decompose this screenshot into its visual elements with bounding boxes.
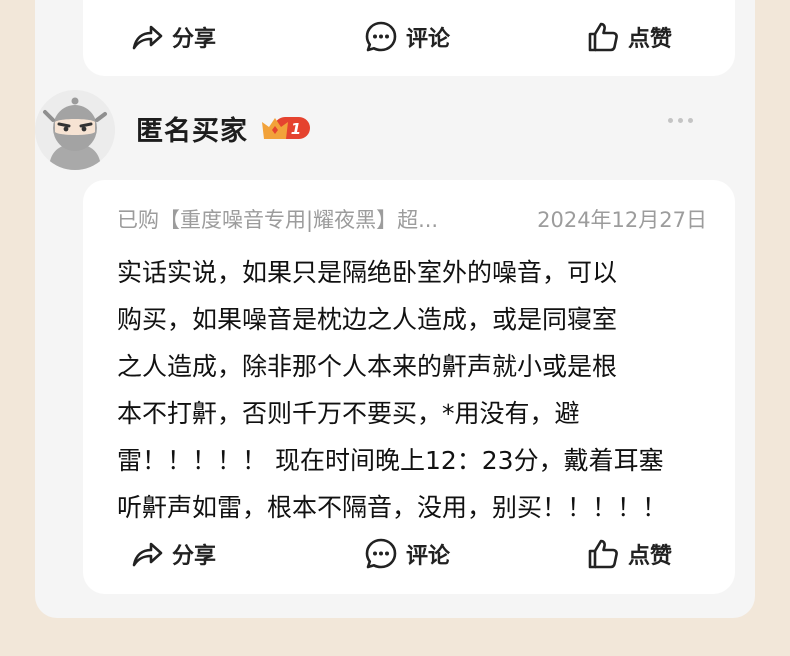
review-date: 2024年12月27日 (537, 208, 707, 232)
reviewer-name[interactable]: 匿名买家 (136, 109, 248, 148)
review-meta: 已购【重度噪音专用|耀夜黑】超... 2024年12月27日 (117, 204, 707, 234)
comment-label: 评论 (406, 27, 451, 52)
thumbs-up-icon (588, 22, 618, 52)
thumbs-up-icon (588, 539, 618, 569)
comment-button[interactable]: 评论 (364, 20, 450, 54)
comment-label: 评论 (406, 544, 451, 569)
review-text: 实话实说，如果只是隔绝卧室外的噪音，可以 购买，如果噪音是枕边之人造成，或是同寝… (117, 249, 707, 531)
like-label: 点赞 (628, 27, 673, 52)
share-arrow-icon (132, 542, 163, 567)
share-label: 分享 (172, 27, 217, 52)
review-line: 购买，如果噪音是枕边之人造成，或是同寝室 (117, 305, 618, 334)
review-line: 听鼾声如雷，根本不隔音，没用，别买！！！！！ (117, 493, 668, 522)
review-line: 实话实说，如果只是隔绝卧室外的噪音，可以 (117, 258, 618, 287)
review-line: 之人造成，除非那个人本来的鼾声就小或是根 (117, 352, 618, 381)
member-badge: 1 (260, 114, 312, 142)
crown-badge-icon: 1 (262, 117, 310, 139)
avatar[interactable] (35, 90, 115, 170)
chat-bubble-icon (365, 538, 397, 569)
like-label: 点赞 (628, 544, 673, 569)
review-line: 雷！！！！！ 现在时间晚上12：23分，戴着耳塞 (117, 446, 664, 475)
share-label: 分享 (172, 544, 217, 569)
ninja-avatar-icon (35, 90, 115, 170)
chat-bubble-icon (365, 21, 397, 52)
review-share-button[interactable]: 分享 (130, 537, 216, 571)
share-arrow-icon (132, 25, 163, 50)
share-button[interactable]: 分享 (130, 20, 216, 54)
like-button[interactable]: 点赞 (586, 20, 672, 54)
review-comment-button[interactable]: 评论 (364, 537, 450, 571)
purchased-product[interactable]: 已购【重度噪音专用|耀夜黑】超... (117, 204, 438, 234)
review-like-button[interactable]: 点赞 (586, 537, 672, 571)
more-dots-icon[interactable] (668, 118, 693, 123)
review-line: 本不打鼾，否则千万不要买，*用没有，避 (117, 399, 580, 428)
badge-level: 1 (291, 120, 301, 138)
